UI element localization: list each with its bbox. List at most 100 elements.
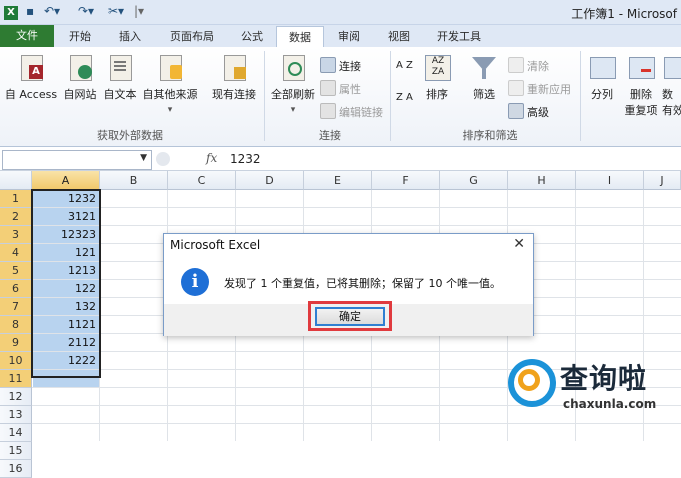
properties-label: 属性 (339, 83, 361, 96)
row-header[interactable]: 1 (0, 190, 32, 208)
tab-data[interactable]: 数据 (276, 26, 324, 48)
dialog-message: 发现了 1 个重复值，已将其删除；保留了 10 个唯一值。 (224, 277, 501, 290)
existing-connections-button[interactable]: 现有连接 (206, 53, 262, 102)
reapply-icon (508, 80, 524, 96)
column-header-j[interactable]: J (644, 171, 681, 190)
tab-review[interactable]: 审阅 (330, 26, 368, 47)
close-icon[interactable]: ✕ (513, 236, 525, 252)
watermark-url: chaxunla.com (563, 397, 657, 411)
tab-insert[interactable]: 插入 (110, 26, 150, 47)
cell-a9[interactable]: 2112 (33, 334, 99, 351)
other-sources-icon (156, 53, 184, 83)
message-dialog: Microsoft Excel ✕ i 发现了 1 个重复值，已将其删除；保留了… (163, 233, 534, 336)
tools-icon[interactable]: ✂▾ (108, 4, 124, 18)
text-to-columns-button[interactable]: 分列 (584, 53, 620, 102)
row-header[interactable]: 3 (0, 226, 32, 244)
cell-a3[interactable]: 12323 (33, 226, 99, 243)
formula-bar: ▼ fx 1232 (0, 147, 681, 171)
from-web-button[interactable]: 自网站 (60, 53, 100, 102)
insert-function-icon[interactable]: fx (206, 151, 217, 165)
row-header[interactable]: 14 (0, 424, 32, 442)
save-icon[interactable]: ▪ (26, 4, 34, 18)
advanced-button[interactable]: 高级 (508, 103, 549, 120)
cell-a7[interactable]: 132 (33, 298, 99, 315)
tab-developer[interactable]: 开发工具 (428, 26, 490, 47)
from-text-button[interactable]: 自文本 (100, 53, 140, 102)
ribbon-separator (390, 51, 391, 141)
row-header[interactable]: 8 (0, 316, 32, 334)
column-header-b[interactable]: B (100, 171, 168, 190)
connections-label: 连接 (339, 60, 361, 73)
excel-logo-icon: X (4, 4, 18, 20)
refresh-icon (279, 53, 307, 83)
data-validation-button[interactable]: 数有效 (662, 53, 681, 118)
row-header[interactable]: 15 (0, 442, 32, 460)
formula-expand-icon[interactable] (156, 152, 170, 166)
undo-icon[interactable]: ↶▾ (44, 4, 60, 18)
cell-a6[interactable]: 122 (33, 280, 99, 297)
column-header-a[interactable]: A (32, 171, 100, 190)
row-header[interactable]: 2 (0, 208, 32, 226)
cell-a4[interactable]: 121 (33, 244, 99, 261)
column-header-e[interactable]: E (304, 171, 372, 190)
dialog-title: Microsoft Excel (170, 238, 261, 252)
row-header[interactable]: 16 (0, 460, 32, 478)
gridline (32, 351, 681, 352)
row-header[interactable]: 4 (0, 244, 32, 262)
refresh-all-button[interactable]: 全部刷新 ▾ (268, 53, 318, 115)
tab-file[interactable]: 文件 (0, 25, 54, 47)
formula-input[interactable]: 1232 (230, 150, 261, 168)
column-header-h[interactable]: H (508, 171, 576, 190)
clear-button[interactable]: 清除 (508, 57, 549, 74)
cell-a2[interactable]: 3121 (33, 208, 99, 225)
row-header[interactable]: 13 (0, 406, 32, 424)
row-header[interactable]: 12 (0, 388, 32, 406)
name-box-dropdown-icon[interactable]: ▼ (140, 153, 147, 163)
filter-button[interactable]: 筛选 (466, 53, 502, 102)
clear-label: 清除 (527, 60, 549, 73)
existing-connections-icon (220, 53, 248, 83)
cell-a1[interactable]: 1232 (33, 190, 99, 207)
tab-home[interactable]: 开始 (60, 26, 100, 47)
from-other-sources-label: 自其他来源 (142, 88, 198, 101)
row-header[interactable]: 6 (0, 280, 32, 298)
column-header-d[interactable]: D (236, 171, 304, 190)
column-header-f[interactable]: F (372, 171, 440, 190)
column-header-c[interactable]: C (168, 171, 236, 190)
existing-connections-label: 现有连接 (212, 88, 256, 101)
tab-view[interactable]: 视图 (380, 26, 418, 47)
row-header[interactable]: 7 (0, 298, 32, 316)
cell-a8[interactable]: 1121 (33, 316, 99, 333)
cell-a10[interactable]: 1222 (33, 352, 99, 369)
edit-links-button[interactable]: 编辑链接 (320, 103, 383, 120)
row-header[interactable]: 5 (0, 262, 32, 280)
ribbon-separator (264, 51, 265, 141)
cell-a5[interactable]: 1213 (33, 262, 99, 279)
redo-icon[interactable]: ↷▾ (78, 4, 94, 18)
from-other-sources-button[interactable]: 自其他来源 ▾ (140, 53, 200, 115)
row-header[interactable]: 10 (0, 352, 32, 370)
properties-button[interactable]: 属性 (320, 80, 361, 97)
column-header-g[interactable]: G (440, 171, 508, 190)
sort-za-icon: Z A (396, 92, 413, 103)
row-header[interactable]: 11 (0, 370, 32, 388)
tab-page-layout[interactable]: 页面布局 (160, 26, 224, 47)
sort-label: 排序 (426, 88, 448, 101)
customize-qat-icon[interactable]: |▾ (134, 4, 144, 18)
sort-button[interactable]: AZ ZA 排序 (420, 53, 454, 102)
gridline (32, 225, 681, 226)
sort-az-button[interactable]: A Z (396, 61, 414, 71)
dialog-footer: 确定 (164, 301, 533, 336)
column-header-i[interactable]: I (576, 171, 644, 190)
name-box[interactable]: ▼ (2, 150, 152, 170)
sort-za-button[interactable]: Z A (396, 93, 414, 103)
from-access-button[interactable]: A 自 Access (4, 53, 58, 102)
tab-formulas[interactable]: 公式 (232, 26, 272, 47)
connections-button[interactable]: 连接 (320, 57, 361, 74)
from-text-label: 自文本 (103, 88, 137, 101)
reapply-button[interactable]: 重新应用 (508, 80, 571, 97)
remove-duplicates-button[interactable]: 删除 重复项 (620, 53, 662, 118)
cell-a11[interactable] (33, 370, 99, 387)
select-all-corner[interactable] (0, 171, 32, 190)
row-header[interactable]: 9 (0, 334, 32, 352)
